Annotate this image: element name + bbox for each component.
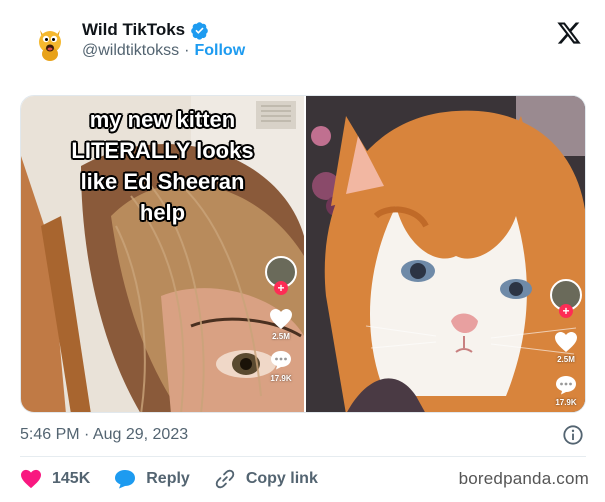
avatar[interactable] (28, 20, 72, 64)
caption-line: my new kitten (89, 107, 236, 132)
reply-label: Reply (146, 470, 190, 487)
separator-dot: · (184, 42, 190, 59)
handle[interactable]: @wildtiktokss (82, 42, 179, 60)
tiktok-like-count: 2.5M (272, 332, 290, 341)
tiktok-like-count: 2.5M (557, 355, 575, 364)
tiktok-comment-icon[interactable] (270, 350, 292, 370)
tiktok-comment-count: 17.9K (555, 398, 577, 407)
tiktok-heart-icon[interactable] (269, 308, 293, 330)
tiktok-follow-plus-icon[interactable]: + (559, 304, 573, 318)
follow-button[interactable]: Follow (194, 42, 245, 60)
caption-line: like Ed Sheeran (80, 169, 245, 194)
tiktok-comment-icon[interactable] (555, 375, 577, 395)
caption-line: help (139, 200, 186, 225)
link-icon (215, 469, 235, 489)
display-name[interactable]: Wild TikToks (82, 20, 185, 40)
like-button[interactable]: 145K (20, 469, 90, 489)
timestamp-row: 5:46 PM · Aug 29, 2023 (20, 424, 586, 446)
divider (20, 456, 586, 457)
reply-button[interactable]: Reply (114, 469, 190, 489)
tweet-media[interactable]: my new kitten LITERALLY looks like Ed Sh… (20, 95, 586, 413)
info-icon[interactable] (562, 424, 584, 446)
tweet-header: Wild TikToks @wildtiktokss · Follow (22, 14, 592, 70)
copy-link-button[interactable]: Copy link (214, 468, 318, 490)
like-count: 145K (52, 470, 91, 487)
video-frame-right[interactable]: + 2.5M 17.9K (306, 96, 585, 412)
boredpanda-watermark: boredpanda.com (458, 469, 589, 488)
tiktok-action-rail: + 2.5M 17.9K (546, 279, 585, 412)
tweet-actions: 145K Reply Copy link (20, 466, 342, 492)
x-logo-icon[interactable] (556, 20, 582, 46)
tiktok-comment-count: 17.9K (270, 374, 292, 383)
verified-badge-icon (191, 21, 208, 40)
tiktok-follow-plus-icon[interactable]: + (274, 281, 288, 295)
heart-icon (21, 469, 41, 489)
caption-line: LITERALLY looks (71, 138, 254, 163)
reply-bubble-icon (115, 470, 136, 489)
video-caption: my new kitten LITERALLY looks like Ed Sh… (21, 104, 304, 228)
kitten-image (306, 96, 585, 412)
tiktok-action-rail: + 2.5M 17.9K (261, 256, 301, 406)
tweet-timestamp[interactable]: 5:46 PM · Aug 29, 2023 (20, 426, 188, 444)
copy-link-label: Copy link (245, 470, 318, 487)
video-frame-left[interactable]: my new kitten LITERALLY looks like Ed Sh… (21, 96, 304, 412)
tiktok-heart-icon[interactable] (554, 331, 578, 353)
